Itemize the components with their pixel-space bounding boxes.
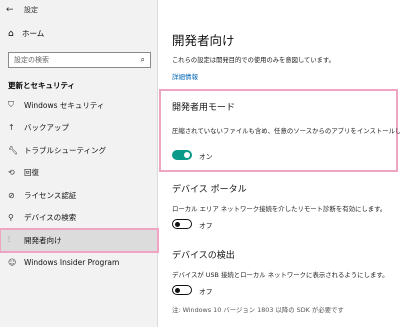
search-input[interactable]: 設定の検索 ⌕ — [8, 52, 151, 68]
title-bar: ← 設定 — [0, 0, 158, 20]
sidebar-item-backup[interactable]: ↑ バックアップ — [0, 117, 158, 140]
main-content: 開発者向け これらの設定は開発目的での使用のみを意図しています。 詳細情報 開発… — [159, 0, 400, 327]
sidebar-item-label: 開発者向け — [24, 235, 62, 245]
search-placeholder: 設定の検索 — [14, 56, 49, 64]
device-discovery-toggle[interactable] — [172, 285, 192, 295]
sidebar-item-label: 回復 — [24, 168, 39, 178]
device-discovery-toggle-label: オフ — [199, 288, 213, 296]
window-title: 設定 — [24, 6, 38, 14]
check-circle-icon: ⊘ — [8, 190, 15, 200]
sidebar-item-windows-security[interactable]: ⛉ Windows セキュリティ — [0, 94, 158, 117]
sidebar-item-label: バックアップ — [24, 123, 69, 133]
home-link[interactable]: ⌂ ホーム — [8, 28, 44, 39]
section-title: 更新とセキュリティ — [8, 81, 76, 90]
sidebar-item-recovery[interactable]: ⟲ 回復 — [0, 162, 158, 185]
developer-mode-toggle-label: オン — [199, 153, 213, 161]
page-title: 開発者向け — [172, 33, 235, 48]
sdk-note: 注: Windows 10 バージョン 1803 以降の SDK が必要です — [172, 306, 344, 314]
sidebar-item-insider[interactable]: ☺ Windows Insider Program — [0, 252, 158, 275]
sidebar-item-troubleshoot[interactable]: 🔧︎ トラブルシューティング — [0, 139, 158, 162]
search-icon[interactable]: ⌕ — [141, 55, 145, 65]
sidebar-item-developers[interactable]: ⫶ 開発者向け — [0, 228, 159, 253]
backup-arrow-icon: ↑ — [8, 123, 15, 133]
sidebar-item-label: トラブルシューティング — [24, 145, 107, 155]
developer-mode-toggle[interactable] — [172, 150, 192, 160]
device-portal-toggle[interactable] — [172, 219, 192, 229]
sidebar: ← 設定 ⌂ ホーム 設定の検索 ⌕ 更新とセキュリティ ⛉ Windows セ… — [0, 0, 159, 327]
device-portal-heading: デバイス ポータル — [172, 185, 247, 195]
home-icon: ⌂ — [8, 28, 14, 39]
back-arrow-icon[interactable]: ← — [6, 5, 20, 15]
device-discovery-description: デバイスが USB 接続とローカル ネットワークに表示されるようにします。 — [172, 271, 389, 279]
sidebar-item-label: ライセンス認証 — [24, 190, 77, 200]
developer-mode-description: 圧縮されていないファイルも含め、任意のソースからのアプリをインストールしま — [172, 127, 400, 135]
sidebar-nav: ⛉ Windows セキュリティ ↑ バックアップ 🔧︎ トラブルシューティング… — [0, 94, 159, 275]
developer-tools-icon: ⫶ — [8, 235, 10, 245]
person-search-icon: ⚲ — [8, 213, 14, 223]
sidebar-item-label: Windows Insider Program — [24, 258, 120, 268]
recovery-icon: ⟲ — [8, 168, 15, 178]
developer-mode-heading: 開発者用モード — [172, 103, 236, 113]
sidebar-item-activation[interactable]: ⊘ ライセンス認証 — [0, 184, 158, 207]
insider-icon: ☺ — [8, 258, 17, 268]
sidebar-item-find-device[interactable]: ⚲ デバイスの検索 — [0, 207, 158, 230]
page-description: これらの設定は開発目的での使用のみを意図しています。 — [172, 57, 335, 64]
sidebar-item-label: デバイスの検索 — [24, 213, 77, 223]
device-portal-toggle-label: オフ — [199, 222, 213, 230]
shield-icon: ⛉ — [8, 100, 14, 110]
device-portal-description: ローカル エリア ネットワーク接続を介したリモート診断を有効にします。 — [172, 205, 387, 213]
sidebar-item-label: Windows セキュリティ — [24, 100, 105, 110]
wrench-icon: 🔧︎ — [8, 145, 19, 155]
home-label: ホーム — [22, 29, 45, 38]
device-discovery-heading: デバイスの検出 — [172, 251, 235, 261]
learn-more-link[interactable]: 詳細情報 — [172, 71, 198, 81]
